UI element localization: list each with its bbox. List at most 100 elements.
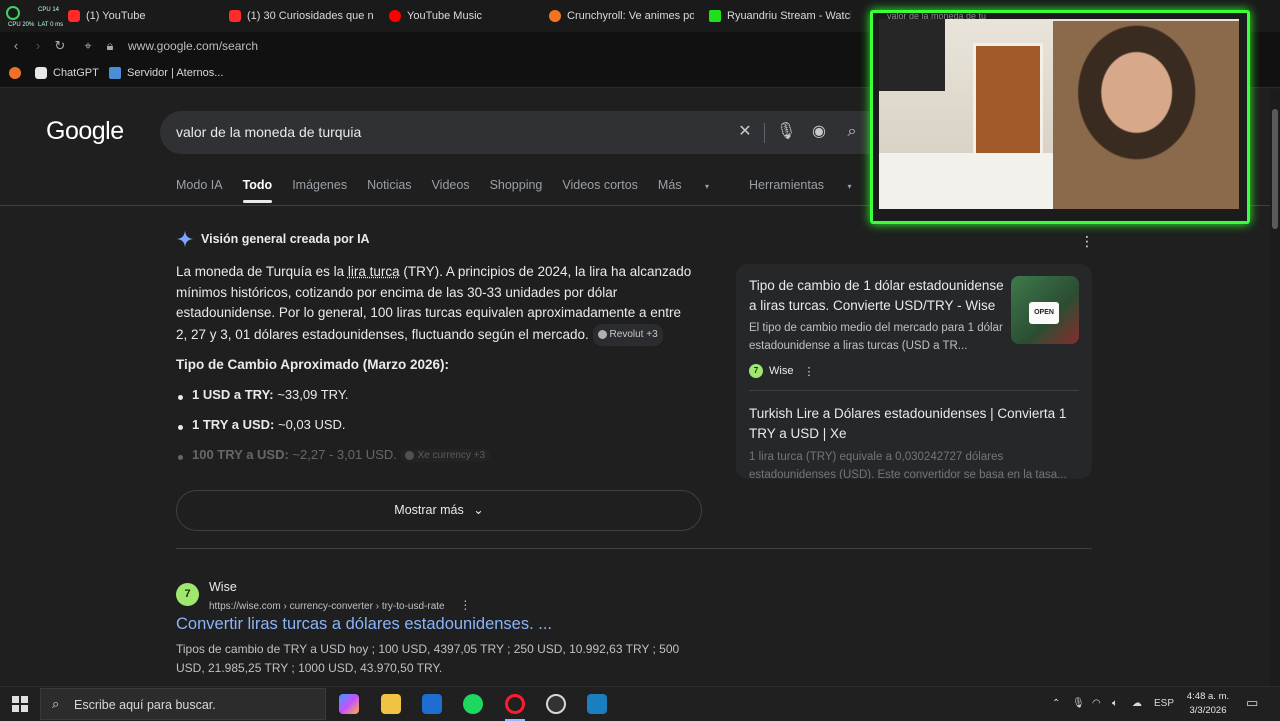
- search-divider: [764, 123, 765, 143]
- tab-todo[interactable]: Todo: [242, 178, 272, 203]
- tab-mas[interactable]: Más ▾: [658, 178, 729, 202]
- file-explorer-icon[interactable]: [381, 694, 401, 714]
- microphone-icon[interactable]: 🎙︎: [1072, 698, 1085, 709]
- tab-videos-cortos[interactable]: Videos cortos: [562, 178, 638, 202]
- source-card-description: 1 lira turca (TRY) equivale a 0,03024272…: [749, 451, 1067, 479]
- lens-camera-icon[interactable]: ◉: [809, 122, 829, 142]
- kick-icon: [709, 10, 721, 22]
- more-options-icon[interactable]: ⋮: [459, 598, 471, 612]
- result-url[interactable]: https://wise.com › currency-converter › …: [209, 598, 471, 612]
- tab-curiosidades[interactable]: (1) 30 Curiosidades que n: [229, 0, 374, 32]
- wise-icon: 7: [749, 364, 763, 378]
- tray-overflow-icon[interactable]: ⌃: [1052, 698, 1060, 709]
- search-box[interactable]: valor de la moneda de turquia ✕ 🎙︎ ◉ ⌕: [160, 111, 880, 154]
- tab-imagenes[interactable]: Imágenes: [292, 178, 347, 202]
- search-tabs: Modo IA Todo Imágenes Noticias Videos Sh…: [176, 178, 892, 203]
- language-indicator[interactable]: ESP: [1154, 698, 1174, 709]
- bookmark-chatgpt[interactable]: ChatGPT: [35, 67, 99, 79]
- result-title-link[interactable]: Convertir liras turcas a dólares estadou…: [176, 615, 552, 634]
- source-card-title[interactable]: Tipo de cambio de 1 dólar estadounidense…: [749, 276, 1007, 316]
- tab-label: Crunchyroll: Ve animes po: [567, 10, 694, 22]
- chevron-down-icon: ▾: [847, 182, 852, 191]
- outlook-icon[interactable]: [422, 694, 442, 714]
- chip-label: Revolut +3: [609, 328, 658, 340]
- location-pin-icon[interactable]: ⌖: [80, 38, 96, 54]
- source-card-thumbnail[interactable]: OPEN: [1011, 276, 1079, 344]
- wise-icon: 7: [176, 583, 199, 606]
- tab-herramientas[interactable]: Herramientas ▾: [749, 178, 872, 202]
- app-icon[interactable]: [587, 694, 607, 714]
- source-card-site[interactable]: 7 Wise ⋮: [749, 364, 814, 378]
- more-options-icon[interactable]: ⋮: [803, 365, 814, 378]
- lira-turca-link[interactable]: lira turca: [348, 264, 400, 279]
- forward-icon[interactable]: ›: [30, 38, 46, 54]
- taskbar-search[interactable]: ⌕ Escribe aquí para buscar.: [40, 688, 326, 720]
- bullet-key: 1 USD a TRY:: [192, 387, 274, 402]
- windows-start-icon[interactable]: [12, 696, 28, 712]
- chevron-down-icon: ▾: [705, 182, 710, 191]
- clock[interactable]: 4:48 a. m. 3/3/2026: [1180, 690, 1236, 718]
- result-site-name[interactable]: Wise: [209, 580, 237, 594]
- search-icon[interactable]: ⌕: [842, 122, 862, 142]
- youtube-icon: [68, 10, 80, 22]
- source-name: Wise: [769, 365, 794, 377]
- webcam-tv: [879, 19, 945, 91]
- spotify-icon[interactable]: [463, 694, 483, 714]
- tab-noticias[interactable]: Noticias: [367, 178, 411, 202]
- more-options-icon[interactable]: ⋮: [1080, 233, 1094, 250]
- exchange-rate-list: 1 USD a TRY: ~33,09 TRY. 1 TRY a USD: ~0…: [176, 387, 696, 477]
- performance-hud: CPU 14 CPU 20% LAT 0 ms: [4, 4, 70, 28]
- microphone-icon[interactable]: 🎙︎: [776, 122, 796, 142]
- aternos-icon: [109, 67, 121, 79]
- bullet-value: ~33,09 TRY.: [273, 387, 349, 402]
- hud-line-2: CPU 20%: [8, 22, 35, 28]
- tab-kick-stream[interactable]: Ryuandriu Stream - Watch: [709, 0, 851, 32]
- tab-label: Ryuandriu Stream - Watch: [727, 10, 851, 22]
- clock-time: 4:48 a. m.: [1186, 691, 1230, 702]
- search-input[interactable]: valor de la moneda de turquia: [176, 124, 361, 140]
- opera-gx-icon[interactable]: [505, 694, 525, 714]
- section-divider: [176, 548, 1092, 549]
- result-snippet: Tipos de cambio de TRY a USD hoy ; 100 U…: [176, 642, 680, 675]
- url-field[interactable]: www.google.com/search: [128, 39, 258, 53]
- bookmark-label: ChatGPT: [53, 67, 99, 79]
- source-card-title[interactable]: Turkish Lire a Dólares estadounidenses |…: [749, 404, 1079, 444]
- obs-icon[interactable]: [546, 694, 566, 714]
- show-more-label: Mostrar más: [394, 503, 464, 517]
- show-more-button[interactable]: Mostrar más ⌄: [176, 490, 702, 531]
- tab-modo-ia[interactable]: Modo IA: [176, 178, 223, 202]
- tab-label: YouTube Music: [407, 10, 483, 22]
- tab-youtube[interactable]: (1) YouTube: [68, 0, 218, 32]
- result-url-text: https://wise.com › currency-converter › …: [209, 601, 445, 612]
- card-divider: [749, 390, 1079, 391]
- source-chip-revolut[interactable]: Revolut +3: [592, 323, 663, 346]
- tab-videos[interactable]: Videos: [432, 178, 470, 202]
- bookmark-aternos[interactable]: Servidor | Aternos...: [109, 67, 223, 79]
- reload-icon[interactable]: ↻: [52, 38, 68, 54]
- scrollbar-thumb[interactable]: [1272, 109, 1278, 229]
- webcam-overlay: valor de la moneda de tu: [870, 10, 1250, 224]
- list-item: 100 TRY a USD: ~2,27 - 3,01 USD. Xe curr…: [176, 447, 696, 477]
- page-scrollbar[interactable]: [1270, 89, 1280, 686]
- hud-ring-icon: [6, 6, 20, 20]
- tab-label: (1) 30 Curiosidades que n: [247, 10, 374, 22]
- bookmark-label: Servidor | Aternos...: [127, 67, 224, 79]
- tab-crunchyroll[interactable]: Crunchyroll: Ve animes po: [549, 0, 694, 32]
- cloud-icon[interactable]: ☁: [1132, 698, 1142, 709]
- wifi-icon[interactable]: ◠: [1092, 698, 1101, 709]
- lock-icon[interactable]: 🔒︎: [102, 38, 118, 54]
- volume-icon[interactable]: 🔈︎: [1112, 698, 1118, 709]
- ai-source-cards: Tipo de cambio de 1 dólar estadounidense…: [736, 264, 1092, 479]
- hud-line-1: CPU 14: [38, 7, 60, 13]
- youtube-music-icon: [389, 10, 401, 22]
- clear-icon[interactable]: ✕: [735, 122, 755, 142]
- google-logo[interactable]: Google: [46, 117, 124, 146]
- back-icon[interactable]: ‹: [8, 38, 24, 54]
- source-chip-xe[interactable]: Xe currency +3: [400, 449, 491, 463]
- tab-shopping[interactable]: Shopping: [490, 178, 543, 202]
- tab-youtube-music[interactable]: YouTube Music: [389, 0, 539, 32]
- notifications-icon[interactable]: ▭: [1246, 695, 1258, 711]
- copilot-icon[interactable]: [339, 694, 359, 714]
- bullet-value: ~2,27 - 3,01 USD.: [288, 447, 397, 462]
- bookmark-opera[interactable]: [9, 67, 21, 79]
